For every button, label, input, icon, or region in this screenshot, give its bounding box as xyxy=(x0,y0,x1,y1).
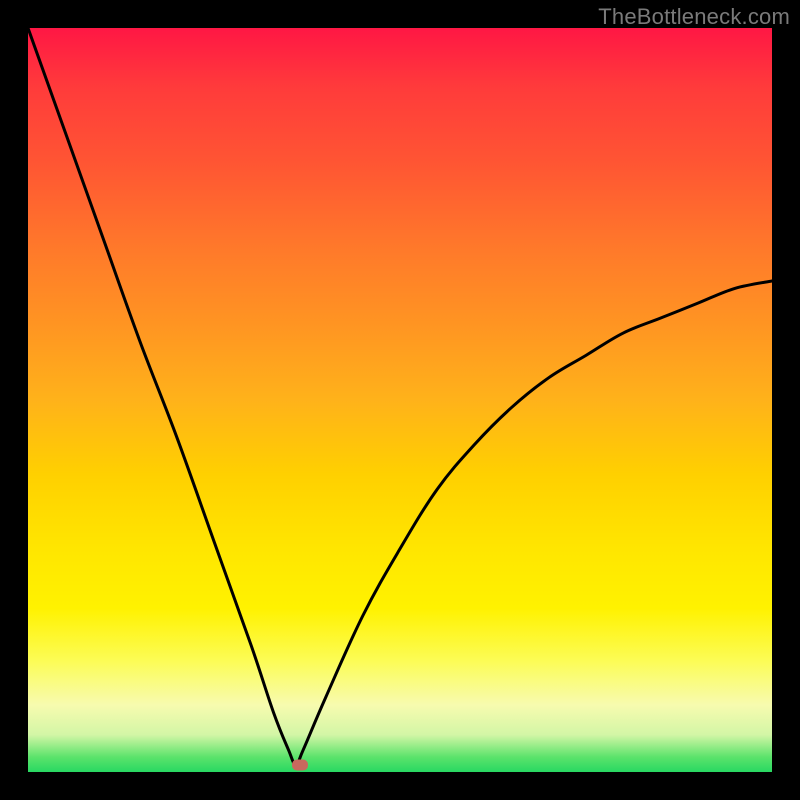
plot-area xyxy=(28,28,772,772)
curve-svg xyxy=(28,28,772,772)
bottleneck-curve xyxy=(28,28,772,765)
watermark-text: TheBottleneck.com xyxy=(598,4,790,30)
chart-frame: TheBottleneck.com xyxy=(0,0,800,800)
minimum-marker xyxy=(292,759,308,770)
